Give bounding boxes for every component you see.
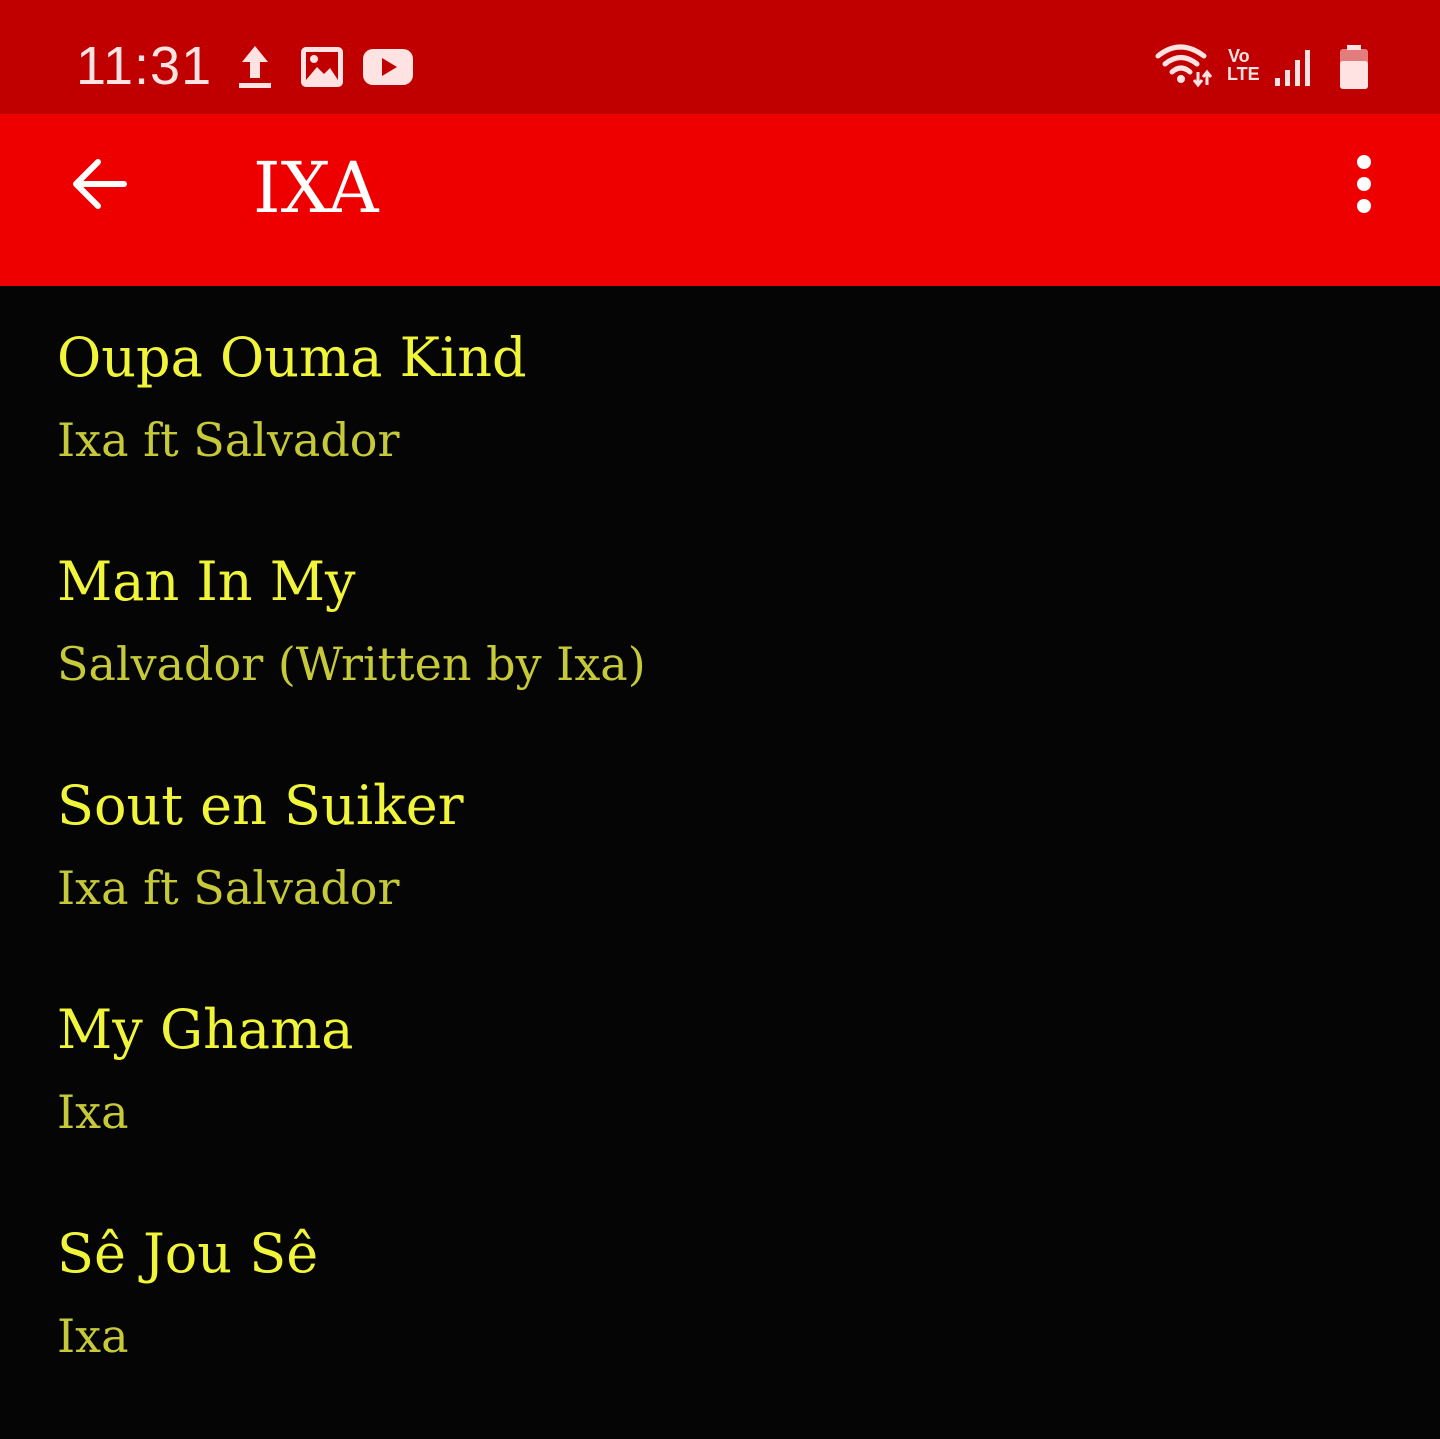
image-icon: [300, 46, 344, 88]
song-title: Sê Jou Sê: [57, 1222, 319, 1285]
overflow-menu-button[interactable]: [1322, 144, 1406, 228]
song-artist: Ixa ft Salvador: [57, 413, 400, 467]
song-title: Oupa Ouma Kind: [57, 326, 527, 389]
upload-icon: [236, 44, 274, 90]
song-list-item[interactable]: My Ghama Ixa: [0, 958, 1440, 1182]
signal-icon: [1272, 46, 1314, 88]
song-artist: Ixa: [57, 1309, 129, 1363]
song-list: Oupa Ouma Kind Ixa ft Salvador Man In My…: [0, 286, 1440, 1406]
song-title: Man In My: [57, 550, 356, 613]
wifi-icon: [1154, 42, 1214, 88]
battery-icon: [1338, 44, 1370, 90]
page-title: IXA: [253, 147, 379, 229]
youtube-icon: [362, 48, 414, 86]
song-title: Sout en Suiker: [57, 774, 464, 837]
song-list-item[interactable]: Sout en Suiker Ixa ft Salvador: [0, 734, 1440, 958]
app-bar: IXA: [0, 114, 1440, 286]
back-button[interactable]: [56, 144, 140, 228]
song-title: My Ghama: [57, 998, 354, 1061]
song-artist: Salvador (Written by Ixa): [57, 637, 646, 691]
song-artist: Ixa: [57, 1085, 129, 1139]
volte-icon: Vo LTE: [1227, 46, 1260, 84]
status-bar: 11:31 Vo LTE: [0, 0, 1440, 114]
song-list-item[interactable]: Oupa Ouma Kind Ixa ft Salvador: [0, 286, 1440, 510]
song-list-item[interactable]: Man In My Salvador (Written by Ixa): [0, 510, 1440, 734]
more-vert-icon: [1354, 154, 1374, 218]
arrow-back-icon: [68, 156, 128, 216]
song-artist: Ixa ft Salvador: [57, 861, 400, 915]
status-time: 11:31: [76, 36, 213, 96]
song-list-item[interactable]: Sê Jou Sê Ixa: [0, 1182, 1440, 1406]
